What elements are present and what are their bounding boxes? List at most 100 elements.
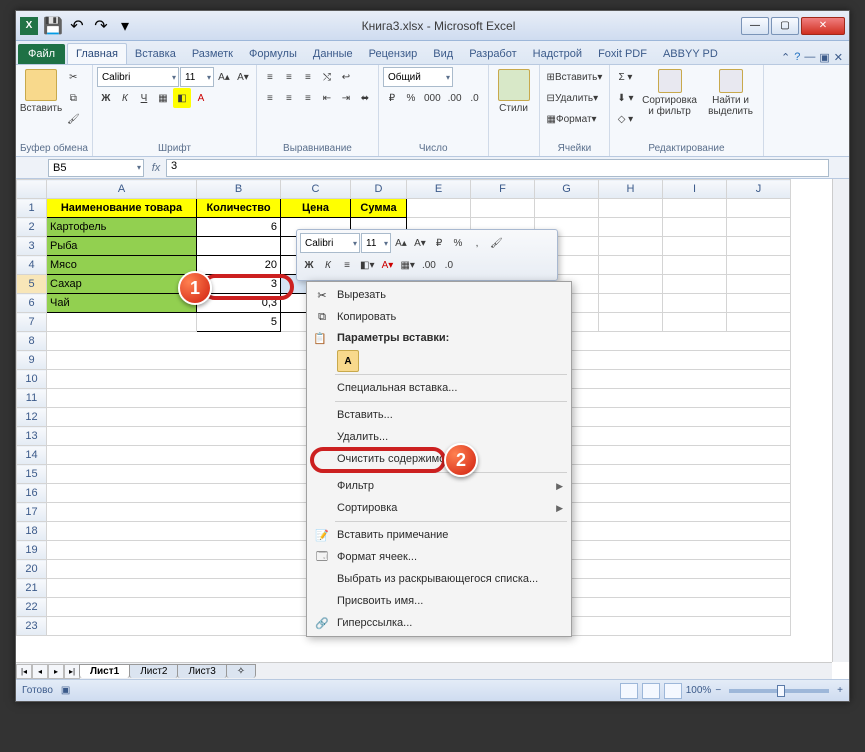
decrease-font-icon[interactable]: A▾ (234, 67, 252, 87)
col-header-b[interactable]: B (197, 180, 281, 199)
align-center-icon[interactable]: ≡ (280, 88, 298, 108)
cell[interactable]: 20 (197, 256, 281, 275)
font-size-combo[interactable]: 11 (180, 67, 214, 87)
paste-option-values[interactable]: A (337, 350, 359, 372)
row-header[interactable]: 5 (17, 275, 47, 294)
insert-cells-button[interactable]: ⊞ Вставить ▾ (544, 67, 606, 87)
tab-foxit[interactable]: Foxit PDF (590, 44, 655, 64)
menu-define-name[interactable]: Присвоить имя... (309, 590, 569, 612)
col-header-j[interactable]: J (727, 180, 791, 199)
decrease-indent-icon[interactable]: ⇤ (318, 88, 336, 108)
cell[interactable]: Чай (47, 294, 197, 313)
formula-input[interactable]: 3 (166, 159, 829, 177)
align-right-icon[interactable]: ≡ (299, 88, 317, 108)
menu-copy[interactable]: ⧉Копировать (309, 306, 569, 328)
mini-inc-dec-icon[interactable]: .00 (419, 255, 439, 275)
tab-data[interactable]: Данные (305, 44, 361, 64)
tab-layout[interactable]: Разметк (184, 44, 241, 64)
paste-button[interactable]: Вставить (20, 67, 62, 116)
row-header[interactable]: 3 (17, 237, 47, 256)
new-sheet-button[interactable]: ✧ (226, 664, 256, 678)
menu-filter[interactable]: Фильтр▶ (309, 475, 569, 497)
orientation-icon[interactable]: ⤭ (318, 67, 336, 87)
align-left-icon[interactable]: ≡ (261, 88, 279, 108)
tab-nav-next[interactable]: ▸ (48, 664, 64, 679)
normal-view-button[interactable] (620, 683, 638, 699)
zoom-level[interactable]: 100% (686, 685, 712, 696)
fx-icon[interactable]: fx (146, 162, 166, 174)
format-cells-button[interactable]: ▦ Формат ▾ (544, 109, 600, 129)
currency-icon[interactable]: ₽ (383, 88, 401, 108)
maximize-button[interactable]: ▢ (771, 17, 799, 35)
font-color-icon[interactable]: A (192, 88, 210, 108)
col-header-g[interactable]: G (535, 180, 599, 199)
border-icon[interactable]: ▦ (154, 88, 172, 108)
cell[interactable]: Сахар (47, 275, 197, 294)
vertical-scrollbar[interactable] (832, 179, 849, 662)
page-break-view-button[interactable] (664, 683, 682, 699)
merge-icon[interactable]: ⬌ (356, 88, 374, 108)
row-header[interactable]: 4 (17, 256, 47, 275)
cell[interactable]: Сумма (351, 199, 407, 218)
mini-border-icon[interactable]: ▦▾ (397, 255, 417, 275)
mini-comma-icon[interactable]: , (468, 233, 486, 253)
cell[interactable]: Картофель (47, 218, 197, 237)
menu-delete[interactable]: Удалить... (309, 426, 569, 448)
sheet-tab-3[interactable]: Лист3 (177, 664, 226, 678)
menu-paste-special[interactable]: Специальная вставка... (309, 377, 569, 399)
zoom-out-button[interactable]: − (715, 685, 721, 696)
menu-insert[interactable]: Вставить... (309, 404, 569, 426)
menu-hyperlink[interactable]: 🔗Гиперссылка... (309, 612, 569, 634)
find-select-button[interactable]: Найти и выделить (703, 67, 759, 119)
tab-nav-prev[interactable]: ◂ (32, 664, 48, 679)
menu-format-cells[interactable]: 🗔Формат ячеек... (309, 546, 569, 568)
number-format-combo[interactable]: Общий (383, 67, 453, 87)
bold-button[interactable]: Ж (97, 88, 115, 108)
save-icon[interactable]: 💾 (42, 15, 64, 37)
increase-indent-icon[interactable]: ⇥ (337, 88, 355, 108)
align-bottom-icon[interactable]: ≡ (299, 67, 317, 87)
tab-formulas[interactable]: Формулы (241, 44, 305, 64)
wrap-text-icon[interactable]: ↩ (337, 67, 355, 87)
sort-filter-button[interactable]: Сортировка и фильтр (639, 67, 701, 119)
styles-button[interactable]: Стили (493, 67, 535, 116)
font-combo[interactable]: Calibri (97, 67, 179, 87)
inc-decimal-icon[interactable]: .00 (445, 88, 465, 108)
menu-comment[interactable]: 📝Вставить примечание (309, 524, 569, 546)
mini-grow-font-icon[interactable]: A▴ (392, 233, 410, 253)
cut-icon[interactable]: ✂ (64, 67, 83, 87)
comma-icon[interactable]: 000 (421, 88, 444, 108)
cell[interactable]: Рыба (47, 237, 197, 256)
mini-dec-dec-icon[interactable]: .0 (440, 255, 458, 275)
close-button[interactable]: ✕ (801, 17, 845, 35)
col-header-f[interactable]: F (471, 180, 535, 199)
italic-button[interactable]: К (116, 88, 134, 108)
doc-close-icon[interactable]: ✕ (834, 51, 843, 64)
col-header-d[interactable]: D (351, 180, 407, 199)
tab-view[interactable]: Вид (425, 44, 461, 64)
menu-cut[interactable]: ✂Вырезать (309, 284, 569, 306)
qat-dropdown-icon[interactable]: ▾ (114, 15, 136, 37)
format-painter-icon[interactable]: 🖌 (64, 109, 83, 129)
cell[interactable]: Количество (197, 199, 281, 218)
page-layout-view-button[interactable] (642, 683, 660, 699)
cell[interactable]: 6 (197, 218, 281, 237)
row-header[interactable]: 2 (17, 218, 47, 237)
clear-icon[interactable]: ◇ ▾ (614, 109, 636, 129)
tab-developer[interactable]: Разработ (461, 44, 524, 64)
align-top-icon[interactable]: ≡ (261, 67, 279, 87)
sheet-tab-2[interactable]: Лист2 (129, 664, 178, 678)
underline-button[interactable]: Ч (135, 88, 153, 108)
mini-font-combo[interactable]: Calibri (300, 233, 360, 253)
row-header[interactable]: 1 (17, 199, 47, 218)
file-tab[interactable]: Файл (18, 44, 65, 64)
menu-sort[interactable]: Сортировка▶ (309, 497, 569, 519)
tab-nav-last[interactable]: ▸| (64, 664, 80, 679)
mini-percent-icon[interactable]: % (449, 233, 467, 253)
tab-review[interactable]: Рецензир (361, 44, 426, 64)
minimize-ribbon-icon[interactable]: ⌃ (781, 51, 790, 64)
mini-painter-icon[interactable]: 🖌 (487, 233, 506, 253)
mini-font-color-icon[interactable]: A▾ (378, 255, 396, 275)
cell[interactable]: Мясо (47, 256, 197, 275)
help-icon[interactable]: ? (794, 51, 800, 64)
